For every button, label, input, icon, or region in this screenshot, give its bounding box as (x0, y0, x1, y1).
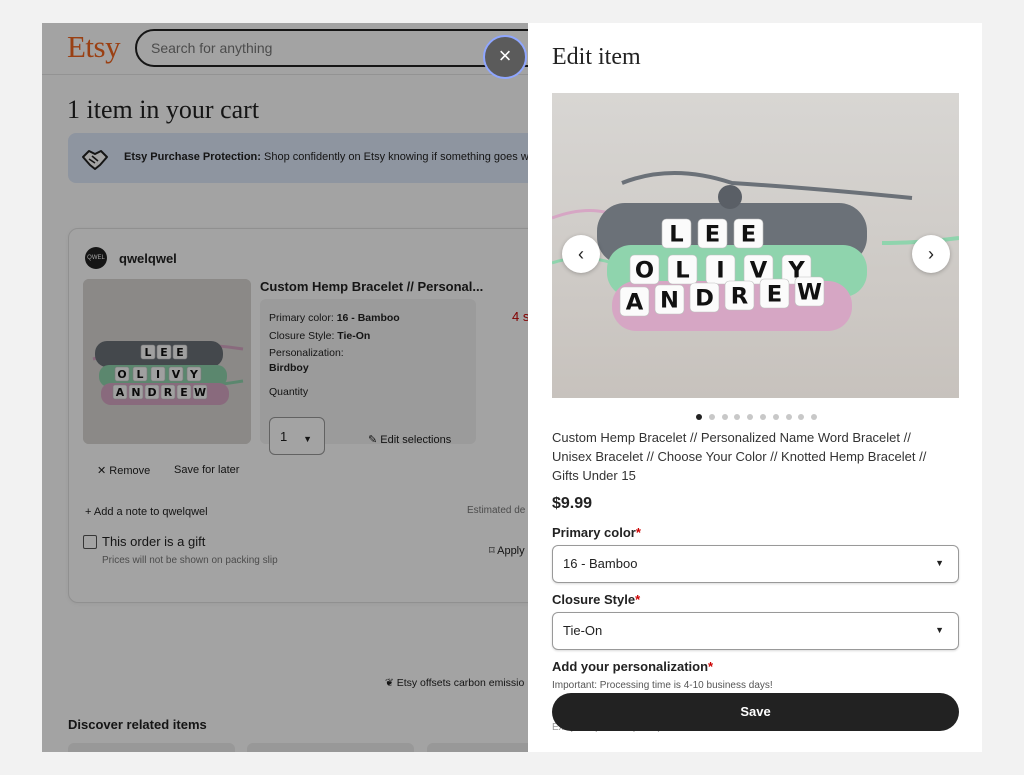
product-image-carousel: LEEOLIVYANDREW ‹ › (552, 93, 959, 398)
prev-image-button[interactable]: ‹ (562, 235, 600, 273)
next-image-button[interactable]: › (912, 235, 950, 273)
panel-title: Edit item (552, 44, 641, 70)
bead-letter: O (635, 258, 654, 284)
bead-letter: E (741, 222, 756, 248)
bead-letter: L (675, 258, 689, 284)
bead-letter: R (731, 284, 748, 310)
carousel-dots (696, 407, 824, 420)
carousel-dot[interactable] (708, 414, 715, 420)
bead-letter: E (705, 222, 720, 248)
bead-letter: L (669, 222, 683, 248)
close-modal-button[interactable]: × (483, 35, 527, 79)
carousel-dot[interactable] (721, 414, 728, 420)
caret-down-icon: ▼ (935, 625, 944, 635)
closure-style-label: Closure Style* (552, 592, 641, 607)
product-price: $9.99 (552, 495, 593, 512)
primary-color-select[interactable]: 16 - Bamboo ▼ (552, 545, 959, 583)
carousel-dot[interactable] (811, 414, 818, 420)
bead-letter: W (797, 280, 822, 306)
carousel-dot[interactable] (734, 414, 741, 420)
save-button[interactable]: Save (552, 693, 959, 731)
carousel-dot[interactable] (747, 414, 754, 420)
bracelet-product-image: L E EO L I V YA N D R E W (552, 93, 959, 398)
product-description: Custom Hemp Bracelet // Personalized Nam… (552, 430, 927, 483)
carousel-dot[interactable] (798, 414, 805, 420)
carousel-dot[interactable] (759, 414, 766, 420)
carousel-dot[interactable] (785, 414, 792, 420)
bead-letter: E (767, 282, 782, 308)
bead-letter: N (660, 288, 679, 314)
closure-style-select[interactable]: Tie-On ▼ (552, 612, 959, 650)
primary-color-label: Primary color* (552, 525, 641, 540)
edit-item-panel: Edit item LEEOLIVYANDREW ‹ › Custom Hemp… (528, 23, 982, 752)
bead-letter: I (716, 258, 724, 284)
carousel-dot[interactable] (696, 414, 702, 420)
personalization-hint: Important: Processing time is 4-10 busin… (552, 680, 773, 691)
caret-down-icon: ▼ (935, 558, 944, 568)
browser-viewport: Etsy Search for anything 1 item in your … (42, 23, 982, 752)
bead-letter: D (695, 286, 714, 312)
personalization-label: Add your personalization* (552, 659, 714, 674)
carousel-dot[interactable] (772, 414, 779, 420)
bead-letter: A (626, 290, 644, 316)
